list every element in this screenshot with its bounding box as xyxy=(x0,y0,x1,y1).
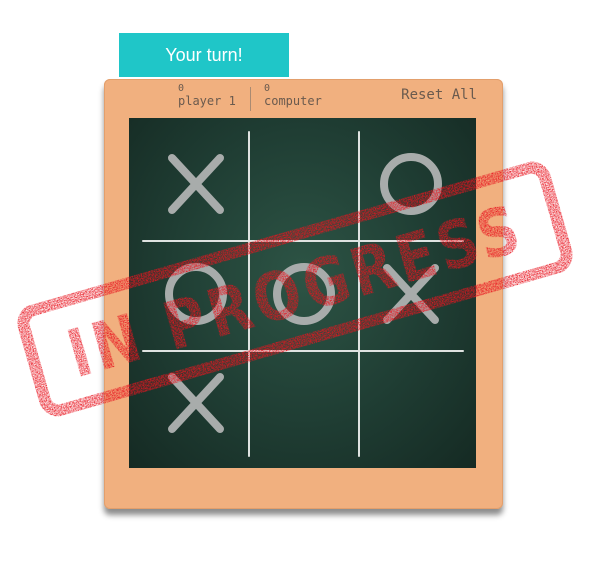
computer-score: 0 computer xyxy=(264,83,322,107)
board-cell-7[interactable] xyxy=(146,353,246,453)
board-cell-2[interactable] xyxy=(254,134,354,234)
computer-score-label: computer xyxy=(264,94,322,108)
board-cell-9[interactable] xyxy=(361,353,461,453)
board-cell-8[interactable] xyxy=(254,353,354,453)
player-score-label: player 1 xyxy=(178,94,236,108)
board-cell-4[interactable] xyxy=(146,244,246,344)
score-divider xyxy=(250,87,251,111)
board-cell-5[interactable] xyxy=(254,244,354,344)
game-frame: 0 player 1 0 computer Reset All xyxy=(104,79,503,509)
player-score: 0 player 1 xyxy=(178,83,236,107)
board-grid xyxy=(142,131,464,457)
turn-banner: Your turn! xyxy=(119,33,289,77)
board-cell-3[interactable] xyxy=(361,134,461,234)
reset-all-button[interactable]: Reset All xyxy=(401,87,477,103)
board-cell-1[interactable] xyxy=(146,134,246,234)
game-board xyxy=(129,118,476,468)
game-stage: Your turn! 0 player 1 0 computer Reset A… xyxy=(0,0,589,580)
board-cell-6[interactable] xyxy=(361,244,461,344)
